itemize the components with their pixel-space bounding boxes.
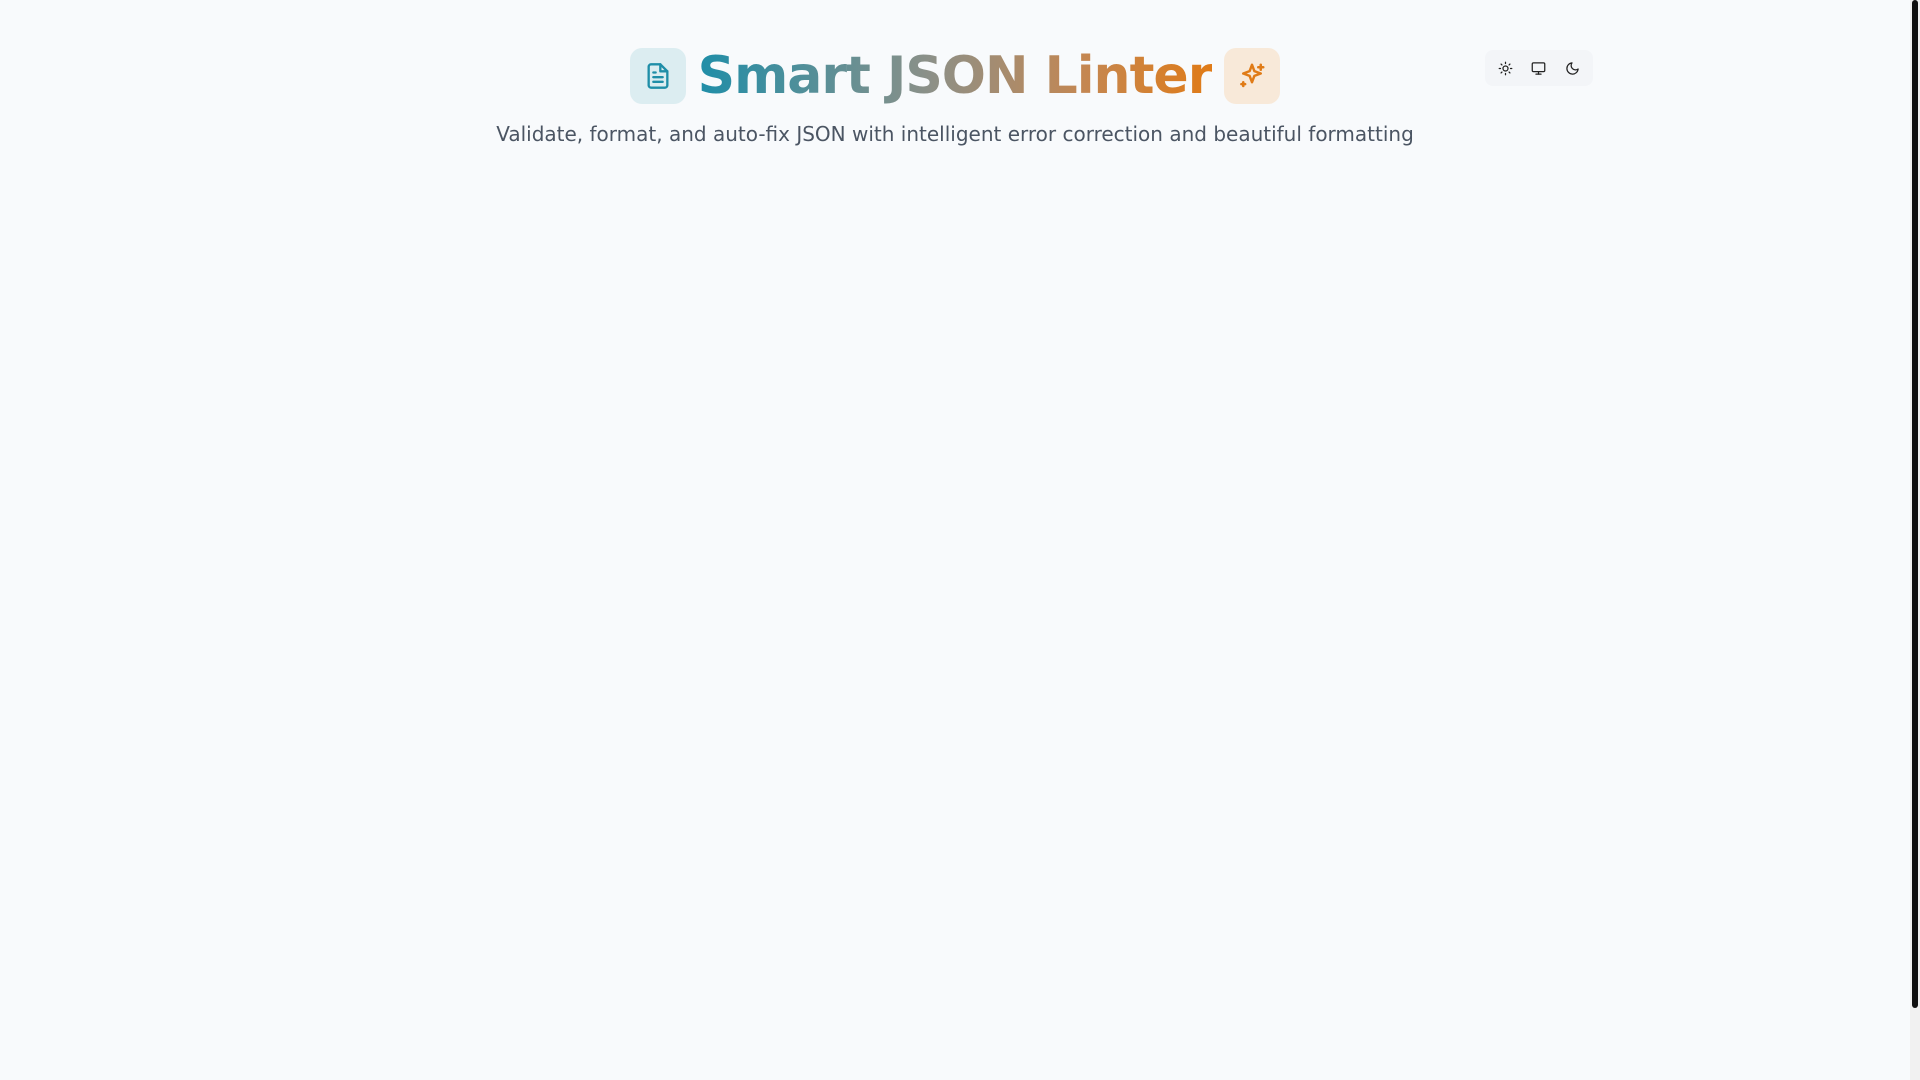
theme-dark-button[interactable] [1557,53,1587,83]
file-text-icon [629,48,686,104]
sun-icon [1498,61,1513,75]
theme-light-button[interactable] [1491,53,1521,83]
page-subtitle: Validate, format, and auto-fix JSON with… [496,122,1414,146]
monitor-icon [1532,61,1546,75]
sparkles-icon [1224,48,1281,104]
scrollbar-thumb[interactable] [1912,0,1918,1008]
page-title: Smart JSON Linter [697,46,1214,106]
moon-icon [1566,61,1579,75]
theme-switcher [1485,50,1593,86]
app-header: Smart JSON Linter [0,48,1910,104]
theme-system-button[interactable] [1524,53,1554,83]
vertical-scrollbar[interactable] [1910,0,1920,1080]
